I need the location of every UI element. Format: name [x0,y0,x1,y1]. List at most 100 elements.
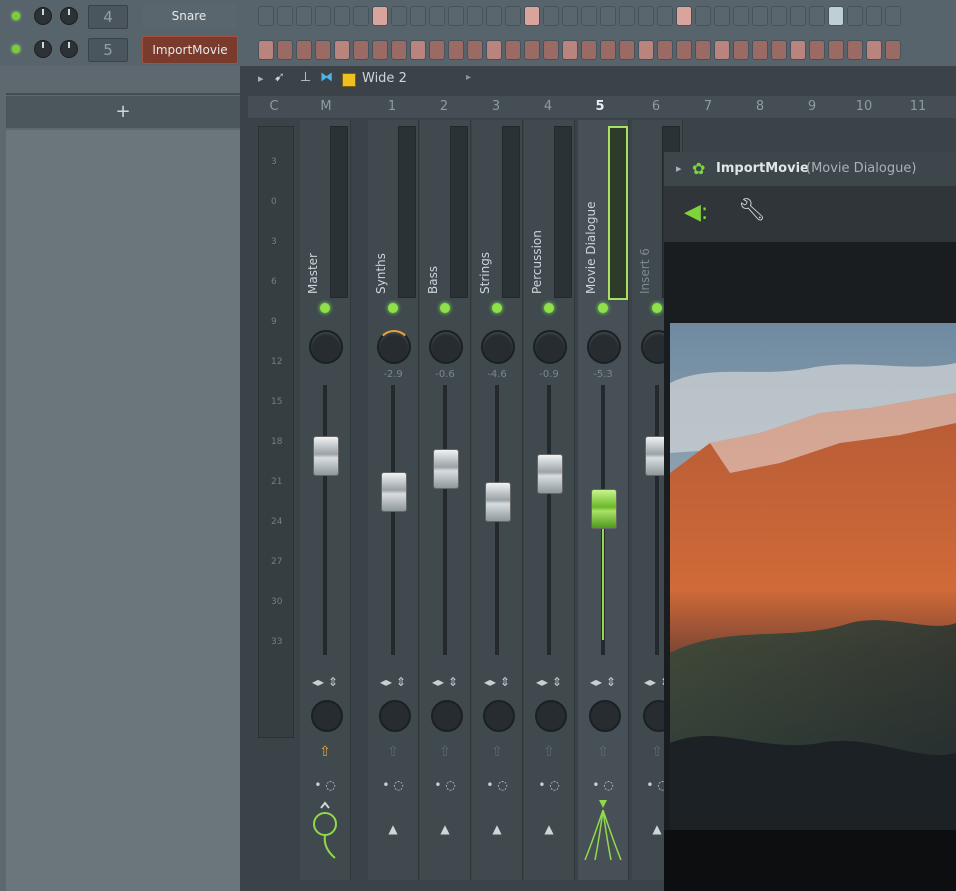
step-button[interactable] [771,40,787,60]
step-button[interactable] [410,40,426,60]
step-button[interactable] [752,40,768,60]
step-button[interactable] [467,40,483,60]
stereo-separation-icon[interactable]: ◂▸ ⇕ [368,675,418,689]
step-button[interactable] [847,40,863,60]
volume-knob[interactable] [60,7,78,25]
step-button[interactable] [296,6,312,26]
step-button[interactable] [467,6,483,26]
volume-fader[interactable] [313,435,339,476]
step-button[interactable] [790,6,806,26]
stereo-knob[interactable] [589,700,621,732]
step-button[interactable] [296,40,312,60]
strip-active-led[interactable] [598,303,608,313]
mixer-column-number[interactable]: M [300,96,352,118]
step-button[interactable] [866,6,882,26]
step-button[interactable] [809,6,825,26]
layout-selector[interactable]: Wide 2 [362,71,407,86]
step-button[interactable] [657,40,673,60]
stereo-separation-icon[interactable]: ◂▸ ⇕ [300,675,350,689]
step-button[interactable] [562,40,578,60]
strip-active-led[interactable] [440,303,450,313]
routing-icon[interactable]: ⧓ [320,70,333,85]
strip-switches[interactable]: • ◌ [300,778,350,792]
strip-pan-knob[interactable] [377,330,411,364]
step-button[interactable] [562,6,578,26]
volume-fader[interactable] [381,472,407,513]
step-button[interactable] [581,40,597,60]
step-button[interactable] [391,40,407,60]
step-button[interactable] [714,6,730,26]
step-button[interactable] [315,6,331,26]
step-button[interactable] [638,6,654,26]
send-arrow-icon[interactable]: ⇧ [578,744,628,760]
step-button[interactable] [258,6,274,26]
mixer-column-number[interactable]: 4 [522,96,574,118]
step-button[interactable] [486,6,502,26]
plugin-title-bar[interactable]: ▸ ✿ ImportMovie (Movie Dialogue) [664,152,956,186]
step-button[interactable] [657,6,673,26]
step-button[interactable] [334,40,350,60]
step-button[interactable] [581,6,597,26]
step-button[interactable] [410,6,426,26]
step-button[interactable] [885,40,901,60]
step-button[interactable] [733,40,749,60]
step-button[interactable] [638,40,654,60]
step-button[interactable] [448,6,464,26]
strip-active-led[interactable] [320,303,330,313]
step-button[interactable] [714,40,730,60]
mixer-column-number[interactable]: 5 [574,96,626,118]
step-button[interactable] [372,6,388,26]
step-button[interactable] [695,6,711,26]
pan-knob[interactable] [34,40,52,58]
step-button[interactable] [524,6,540,26]
layout-icon[interactable] [342,73,356,87]
step-button[interactable] [733,6,749,26]
strip-active-led[interactable] [544,303,554,313]
strip-switches[interactable]: • ◌ [368,778,418,792]
volume-knob[interactable] [60,40,78,58]
step-button[interactable] [277,6,293,26]
stereo-knob[interactable] [379,700,411,732]
strip-pan-knob[interactable] [481,330,515,364]
step-button[interactable] [866,40,882,60]
link-tool-icon[interactable]: ➹ [274,70,285,85]
mute-led[interactable] [12,45,20,53]
route-icon[interactable]: ▲ [472,822,522,836]
strip-switches[interactable]: • ◌ [420,778,470,792]
channel-row[interactable]: 4 Snare [0,2,956,32]
route-icon[interactable] [578,800,628,863]
send-arrow-icon[interactable]: ⇧ [300,744,350,760]
step-button[interactable] [600,6,616,26]
step-button[interactable] [277,40,293,60]
strip-pan-knob[interactable] [429,330,463,364]
stereo-separation-icon[interactable]: ◂▸ ⇕ [524,675,574,689]
step-button[interactable] [790,40,806,60]
step-button[interactable] [885,6,901,26]
strip-switches[interactable]: • ◌ [472,778,522,792]
step-button[interactable] [372,40,388,60]
stereo-knob[interactable] [535,700,567,732]
step-button[interactable] [828,6,844,26]
mixer-column-number[interactable]: 8 [734,96,786,118]
step-button[interactable] [353,6,369,26]
mixer-column-number[interactable]: 2 [418,96,470,118]
channel-row[interactable]: 5 ImportMovie [0,34,956,64]
volume-fader[interactable] [591,488,617,529]
step-button[interactable] [543,6,559,26]
route-icon[interactable]: ▲ [420,822,470,836]
mixer-column-number[interactable]: 3 [470,96,522,118]
stereo-knob[interactable] [311,700,343,732]
strip-active-led[interactable] [652,303,662,313]
strip-switches[interactable]: • ◌ [524,778,574,792]
step-button[interactable] [771,6,787,26]
step-button[interactable] [429,6,445,26]
step-button[interactable] [353,40,369,60]
step-button[interactable] [752,6,768,26]
step-button[interactable] [676,6,692,26]
step-button[interactable] [809,40,825,60]
route-icon[interactable]: ▲ [368,822,418,836]
mixer-column-number[interactable]: 11 [892,96,944,118]
step-button[interactable] [600,40,616,60]
strip-pan-knob[interactable] [587,330,621,364]
stereo-knob[interactable] [431,700,463,732]
